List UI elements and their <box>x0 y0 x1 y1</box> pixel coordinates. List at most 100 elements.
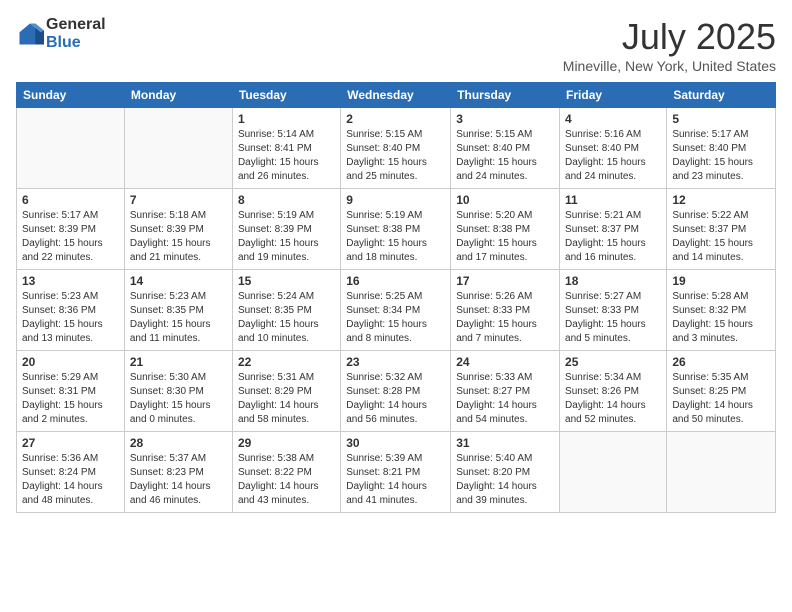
day-info: Sunrise: 5:29 AM Sunset: 8:31 PM Dayligh… <box>22 371 119 427</box>
day-info: Sunrise: 5:23 AM Sunset: 8:35 PM Dayligh… <box>130 290 227 346</box>
week-row-2: 6 Sunrise: 5:17 AM Sunset: 8:39 PM Daylig… <box>17 189 776 270</box>
day-number: 14 <box>130 274 227 288</box>
day-info: Sunrise: 5:19 AM Sunset: 8:38 PM Dayligh… <box>346 209 445 265</box>
day-cell: 28Sunrise: 5:37 AM Sunset: 8:23 PM Dayli… <box>124 432 232 513</box>
day-cell <box>17 108 125 189</box>
day-number: 16 <box>346 274 445 288</box>
day-cell: 11 Sunrise: 5:21 AM Sunset: 8:37 PM Dayli… <box>560 189 667 270</box>
day-cell: 14 Sunrise: 5:23 AM Sunset: 8:35 PM Dayli… <box>124 270 232 351</box>
day-cell: 19 Sunrise: 5:28 AM Sunset: 8:32 PM Dayli… <box>667 270 776 351</box>
day-info: Sunrise: 5:40 AM Sunset: 8:20 PM Dayligh… <box>456 452 554 508</box>
day-number: 9 <box>346 193 445 207</box>
week-row-4: 20 Sunrise: 5:29 AM Sunset: 8:31 PM Dayli… <box>17 351 776 432</box>
day-info: Sunrise: 5:31 AM Sunset: 8:29 PM Dayligh… <box>238 371 335 427</box>
logo-icon <box>16 20 44 48</box>
day-cell: 4 Sunrise: 5:16 AM Sunset: 8:40 PM Daylig… <box>560 108 667 189</box>
day-cell: 22 Sunrise: 5:31 AM Sunset: 8:29 PM Dayli… <box>232 351 340 432</box>
week-row-1: 1 Sunrise: 5:14 AM Sunset: 8:41 PM Daylig… <box>17 108 776 189</box>
day-info: Sunrise: 5:38 AM Sunset: 8:22 PM Dayligh… <box>238 452 335 508</box>
day-cell: 2 Sunrise: 5:15 AM Sunset: 8:40 PM Daylig… <box>341 108 451 189</box>
day-cell: 27Sunrise: 5:36 AM Sunset: 8:24 PM Dayli… <box>17 432 125 513</box>
logo: General Blue <box>16 16 106 51</box>
day-number: 28 <box>130 436 227 450</box>
header-row: SundayMondayTuesdayWednesdayThursdayFrid… <box>17 83 776 108</box>
day-number: 7 <box>130 193 227 207</box>
col-header-wednesday: Wednesday <box>341 83 451 108</box>
day-number: 19 <box>672 274 770 288</box>
day-number: 17 <box>456 274 554 288</box>
day-cell: 12 Sunrise: 5:22 AM Sunset: 8:37 PM Dayli… <box>667 189 776 270</box>
day-cell: 20 Sunrise: 5:29 AM Sunset: 8:31 PM Dayli… <box>17 351 125 432</box>
day-number: 29 <box>238 436 335 450</box>
day-cell: 16 Sunrise: 5:25 AM Sunset: 8:34 PM Dayli… <box>341 270 451 351</box>
day-cell: 26 Sunrise: 5:35 AM Sunset: 8:25 PM Dayli… <box>667 351 776 432</box>
logo-text: General Blue <box>46 16 106 51</box>
day-info: Sunrise: 5:30 AM Sunset: 8:30 PM Dayligh… <box>130 371 227 427</box>
day-cell: 25Sunrise: 5:34 AM Sunset: 8:26 PM Dayli… <box>560 351 667 432</box>
day-cell: 3 Sunrise: 5:15 AM Sunset: 8:40 PM Daylig… <box>451 108 560 189</box>
day-info: Sunrise: 5:16 AM Sunset: 8:40 PM Dayligh… <box>565 128 661 184</box>
day-cell: 21Sunrise: 5:30 AM Sunset: 8:30 PM Dayli… <box>124 351 232 432</box>
day-info: Sunrise: 5:20 AM Sunset: 8:38 PM Dayligh… <box>456 209 554 265</box>
day-cell: 29 Sunrise: 5:38 AM Sunset: 8:22 PM Dayli… <box>232 432 340 513</box>
day-info: Sunrise: 5:25 AM Sunset: 8:34 PM Dayligh… <box>346 290 445 346</box>
page: General Blue July 2025 Mineville, New Yo… <box>0 0 792 612</box>
day-info: Sunrise: 5:28 AM Sunset: 8:32 PM Dayligh… <box>672 290 770 346</box>
day-cell: 17 Sunrise: 5:26 AM Sunset: 8:33 PM Dayli… <box>451 270 560 351</box>
month-title: July 2025 <box>563 16 776 58</box>
day-cell: 8Sunrise: 5:19 AM Sunset: 8:39 PM Daylig… <box>232 189 340 270</box>
subtitle: Mineville, New York, United States <box>563 58 776 74</box>
day-info: Sunrise: 5:21 AM Sunset: 8:37 PM Dayligh… <box>565 209 661 265</box>
day-info: Sunrise: 5:26 AM Sunset: 8:33 PM Dayligh… <box>456 290 554 346</box>
day-info: Sunrise: 5:19 AM Sunset: 8:39 PM Dayligh… <box>238 209 335 265</box>
day-info: Sunrise: 5:23 AM Sunset: 8:36 PM Dayligh… <box>22 290 119 346</box>
day-number: 18 <box>565 274 661 288</box>
day-info: Sunrise: 5:15 AM Sunset: 8:40 PM Dayligh… <box>346 128 445 184</box>
day-cell: 7Sunrise: 5:18 AM Sunset: 8:39 PM Daylig… <box>124 189 232 270</box>
day-number: 30 <box>346 436 445 450</box>
header: General Blue July 2025 Mineville, New Yo… <box>16 16 776 74</box>
day-cell: 24Sunrise: 5:33 AM Sunset: 8:27 PM Dayli… <box>451 351 560 432</box>
day-cell <box>667 432 776 513</box>
day-info: Sunrise: 5:36 AM Sunset: 8:24 PM Dayligh… <box>22 452 119 508</box>
day-number: 10 <box>456 193 554 207</box>
day-number: 26 <box>672 355 770 369</box>
calendar-table: SundayMondayTuesdayWednesdayThursdayFrid… <box>16 82 776 513</box>
day-info: Sunrise: 5:34 AM Sunset: 8:26 PM Dayligh… <box>565 371 661 427</box>
day-number: 3 <box>456 112 554 126</box>
day-cell: 6 Sunrise: 5:17 AM Sunset: 8:39 PM Daylig… <box>17 189 125 270</box>
logo-general: General <box>46 16 106 34</box>
day-cell: 31 Sunrise: 5:40 AM Sunset: 8:20 PM Dayli… <box>451 432 560 513</box>
col-header-thursday: Thursday <box>451 83 560 108</box>
day-number: 13 <box>22 274 119 288</box>
day-number: 22 <box>238 355 335 369</box>
day-info: Sunrise: 5:27 AM Sunset: 8:33 PM Dayligh… <box>565 290 661 346</box>
col-header-monday: Monday <box>124 83 232 108</box>
day-info: Sunrise: 5:35 AM Sunset: 8:25 PM Dayligh… <box>672 371 770 427</box>
day-info: Sunrise: 5:17 AM Sunset: 8:40 PM Dayligh… <box>672 128 770 184</box>
title-block: July 2025 Mineville, New York, United St… <box>563 16 776 74</box>
day-number: 31 <box>456 436 554 450</box>
day-cell: 15Sunrise: 5:24 AM Sunset: 8:35 PM Dayli… <box>232 270 340 351</box>
week-row-3: 13 Sunrise: 5:23 AM Sunset: 8:36 PM Dayli… <box>17 270 776 351</box>
day-number: 1 <box>238 112 335 126</box>
day-cell: 23Sunrise: 5:32 AM Sunset: 8:28 PM Dayli… <box>341 351 451 432</box>
day-cell <box>124 108 232 189</box>
day-number: 12 <box>672 193 770 207</box>
day-number: 2 <box>346 112 445 126</box>
day-info: Sunrise: 5:17 AM Sunset: 8:39 PM Dayligh… <box>22 209 119 265</box>
day-cell: 13 Sunrise: 5:23 AM Sunset: 8:36 PM Dayli… <box>17 270 125 351</box>
day-info: Sunrise: 5:14 AM Sunset: 8:41 PM Dayligh… <box>238 128 335 184</box>
day-number: 4 <box>565 112 661 126</box>
week-row-5: 27Sunrise: 5:36 AM Sunset: 8:24 PM Dayli… <box>17 432 776 513</box>
day-cell: 1 Sunrise: 5:14 AM Sunset: 8:41 PM Daylig… <box>232 108 340 189</box>
col-header-saturday: Saturday <box>667 83 776 108</box>
day-number: 15 <box>238 274 335 288</box>
day-number: 20 <box>22 355 119 369</box>
day-info: Sunrise: 5:22 AM Sunset: 8:37 PM Dayligh… <box>672 209 770 265</box>
day-number: 11 <box>565 193 661 207</box>
day-info: Sunrise: 5:39 AM Sunset: 8:21 PM Dayligh… <box>346 452 445 508</box>
day-cell: 30 Sunrise: 5:39 AM Sunset: 8:21 PM Dayli… <box>341 432 451 513</box>
day-number: 6 <box>22 193 119 207</box>
day-info: Sunrise: 5:15 AM Sunset: 8:40 PM Dayligh… <box>456 128 554 184</box>
